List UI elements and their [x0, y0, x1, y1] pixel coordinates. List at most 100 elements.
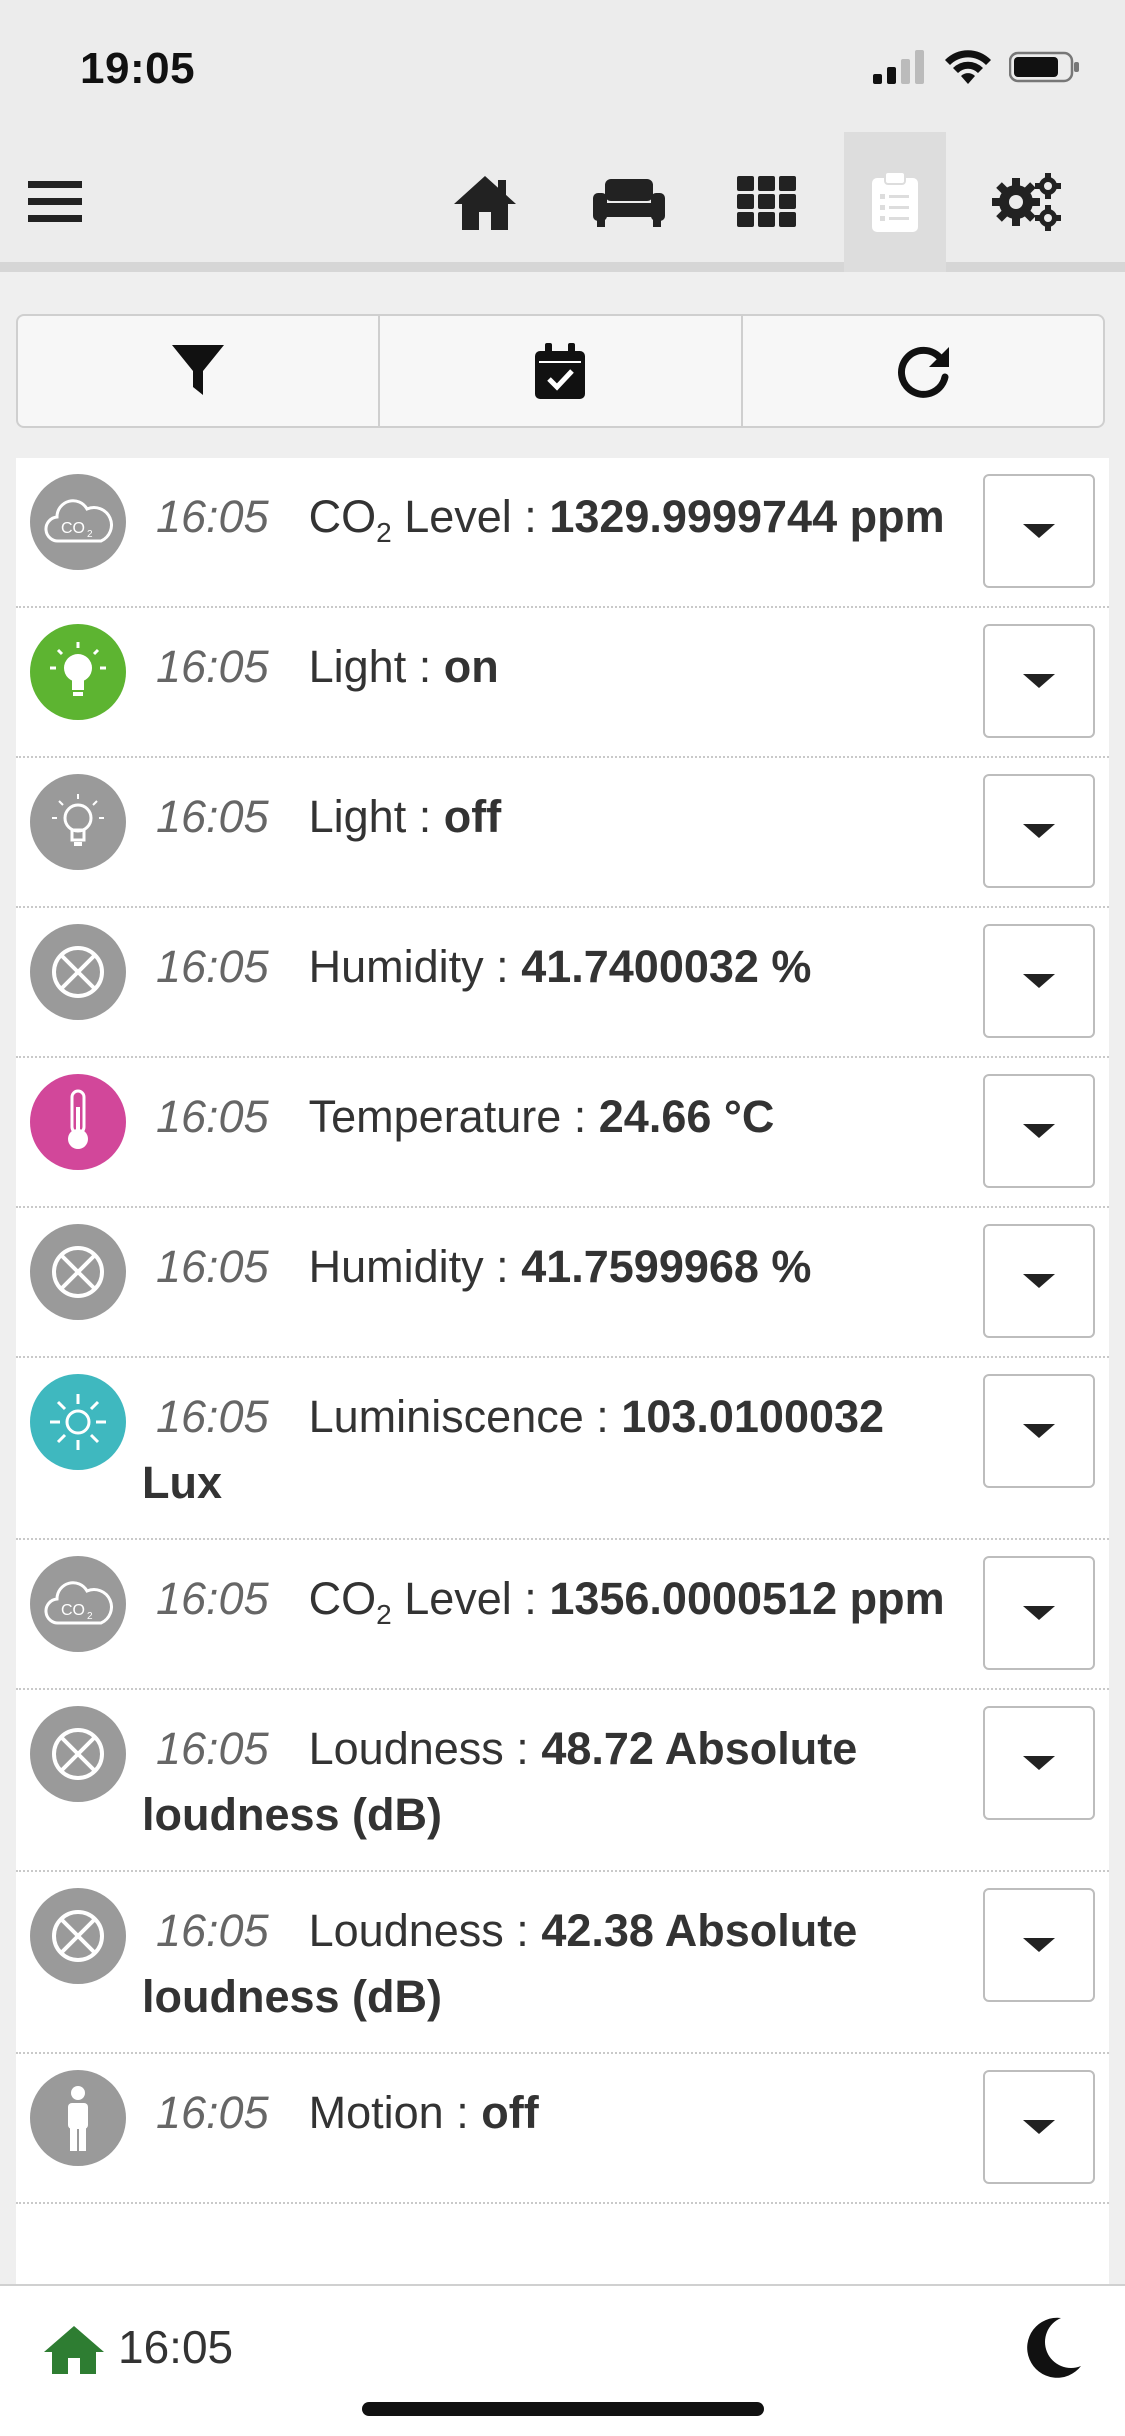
log-entry-label: Loudness :: [308, 1723, 542, 1774]
log-entry: CO 2 16:05 CO2 Level : 1329.9999744 ppm: [16, 458, 1109, 608]
log-entry-time: 16:05: [156, 791, 269, 842]
svg-text:2: 2: [87, 1611, 93, 1622]
log-entry-text: 16:05 Light : on: [142, 634, 949, 700]
gears-icon: [992, 173, 1061, 231]
menu-icon: [28, 181, 82, 222]
log-entry-menu-button[interactable]: [983, 1888, 1095, 2002]
log-entry-label: Luminiscence :: [308, 1391, 622, 1442]
thermometer-icon: [30, 1074, 126, 1170]
moon-icon[interactable]: [1021, 2316, 1081, 2380]
log-entry-menu-button[interactable]: [983, 1556, 1095, 1670]
caret-down-icon: [1023, 524, 1055, 538]
log-entry-menu-button[interactable]: [983, 1374, 1095, 1488]
log-entry-text: 16:05 Humidity : 41.7599968 %: [142, 1234, 949, 1300]
log-entry-text: 16:05 Motion : off: [142, 2080, 949, 2146]
log-entry-value: 41.7400032 %: [521, 941, 812, 992]
log-entry-value: 1356.0000512 ppm: [549, 1573, 945, 1624]
log-entry-value: 1329.9999744 ppm: [549, 491, 945, 542]
sensor-icon: [30, 1888, 126, 1984]
rooms-button[interactable]: [578, 132, 680, 272]
caret-down-icon: [1023, 1938, 1055, 1952]
log-entry-text: 16:05 Light : off: [142, 784, 949, 850]
refresh-icon: [897, 346, 949, 398]
log-entry-label: CO2 Level :: [308, 1573, 550, 1630]
log-button[interactable]: [844, 132, 946, 272]
caret-down-icon: [1023, 824, 1055, 838]
settings-button[interactable]: [976, 132, 1078, 272]
log-entry: 16:05 Light : off: [16, 758, 1109, 908]
home-status-icon: [44, 2326, 104, 2374]
log-entry-text: 16:05 Temperature : 24.66 °C: [142, 1084, 949, 1150]
sofa-icon: [593, 179, 665, 227]
log-entry-menu-button[interactable]: [983, 2070, 1095, 2184]
footer-time: 16:05: [118, 2321, 234, 2373]
svg-text:CO: CO: [61, 520, 85, 537]
filter-icon: [172, 345, 225, 395]
caret-down-icon: [1023, 1274, 1055, 1288]
log-entry-text: 16:05 CO2 Level : 1329.9999744 ppm: [142, 484, 949, 566]
home-button[interactable]: [434, 132, 536, 272]
log-entry-time: 16:05: [156, 941, 269, 992]
log-entry-label: Motion :: [308, 2087, 482, 2138]
log-entry-label: Loudness :: [308, 1905, 542, 1956]
log-entry-value: on: [443, 641, 499, 692]
log-entry: 16:05 Motion : off: [16, 2054, 1109, 2204]
log-entry-menu-button[interactable]: [983, 1224, 1095, 1338]
wifi-icon: [945, 50, 991, 84]
menu-button[interactable]: [4, 132, 106, 272]
log-entry: 16:05 Loudness : 48.72 Absolute loudness …: [16, 1690, 1109, 1872]
log-entry-text: 16:05 Humidity : 41.7400032 %: [142, 934, 949, 1000]
caret-down-icon: [1023, 1756, 1055, 1770]
log-entry-value: 24.66 °C: [598, 1091, 775, 1142]
sensor-icon: [30, 1224, 126, 1320]
co2-icon: CO 2: [30, 1556, 126, 1652]
footer-bar: 16:05: [0, 2284, 1125, 2436]
caret-down-icon: [1023, 2120, 1055, 2134]
status-time: 19:05: [80, 44, 196, 93]
calendar-check-icon: [535, 343, 586, 399]
log-entry: 16:05 Humidity : 41.7400032 %: [16, 908, 1109, 1058]
co2-icon: CO 2: [30, 474, 126, 570]
log-entry-value: 41.7599968 %: [521, 1241, 812, 1292]
sensor-icon: [30, 924, 126, 1020]
log-entry-time: 16:05: [156, 1905, 269, 1956]
log-entry-label: Light :: [308, 791, 444, 842]
log-entry-value: off: [481, 2087, 539, 2138]
bulb-off-icon: [30, 774, 126, 870]
log-entry-value: off: [443, 791, 502, 842]
log-entry-menu-button[interactable]: [983, 474, 1095, 588]
log-entry-menu-button[interactable]: [983, 924, 1095, 1038]
log-entry-text: 16:05 Loudness : 42.38 Absolute loudness …: [142, 1898, 949, 2030]
log-entry-label: CO2 Level :: [308, 491, 550, 548]
log-entry-menu-button[interactable]: [983, 1706, 1095, 1820]
log-entry-menu-button[interactable]: [983, 1074, 1095, 1188]
filter-button[interactable]: [18, 316, 381, 426]
log-entry-time: 16:05: [156, 491, 269, 542]
sensor-icon: [30, 1706, 126, 1802]
caret-down-icon: [1023, 1424, 1055, 1438]
log-entry-time: 16:05: [156, 1391, 269, 1442]
log-entry-label: Light :: [308, 641, 444, 692]
signal-icon: [873, 50, 924, 84]
log-entry: 16:05 Humidity : 41.7599968 %: [16, 1208, 1109, 1358]
log-toolbar: [16, 314, 1105, 428]
refresh-button[interactable]: [743, 316, 1103, 426]
log-entry-label: Humidity :: [308, 1241, 522, 1292]
battery-icon: [1009, 51, 1079, 83]
devices-button[interactable]: [716, 132, 818, 272]
log-entry-time: 16:05: [156, 1573, 269, 1624]
svg-text:2: 2: [87, 529, 93, 540]
log-entry-menu-button[interactable]: [983, 624, 1095, 738]
person-icon: [30, 2070, 126, 2166]
date-button[interactable]: [380, 316, 743, 426]
log-entry: CO 2 16:05 CO2 Level : 1356.0000512 ppm: [16, 1540, 1109, 1690]
home-indicator: [362, 2402, 764, 2416]
bulb-on-icon: [30, 624, 126, 720]
log-entry-time: 16:05: [156, 1241, 269, 1292]
log-entry: 16:05 Light : on: [16, 608, 1109, 758]
log-entry-menu-button[interactable]: [983, 774, 1095, 888]
log-entry-text: 16:05 Luminiscence : 103.0100032 Lux: [142, 1384, 949, 1516]
log-entry: 16:05 Loudness : 42.38 Absolute loudness …: [16, 1872, 1109, 2054]
svg-text:CO: CO: [61, 1602, 85, 1619]
log-entry-label: Temperature :: [308, 1091, 599, 1142]
